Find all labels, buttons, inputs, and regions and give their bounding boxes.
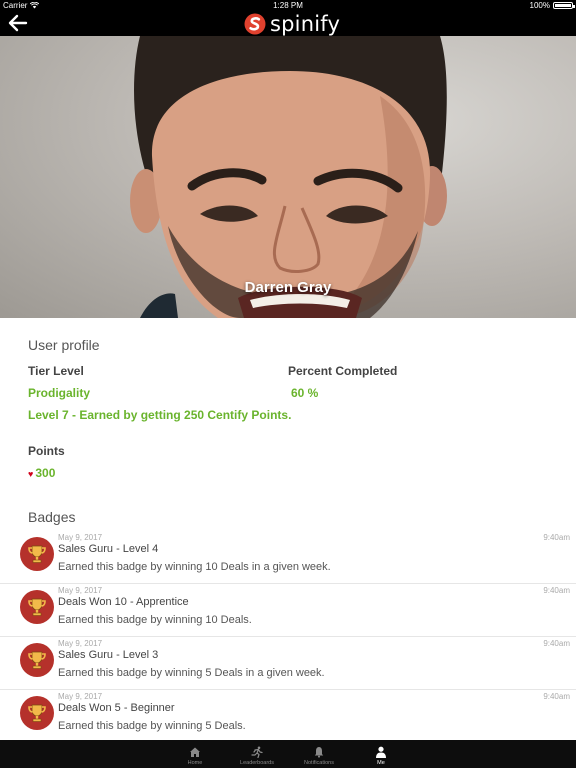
badge-time: 9:40am bbox=[543, 533, 570, 542]
user-profile-title: User profile bbox=[28, 337, 100, 353]
status-bar: Carrier 1:28 PM 100% bbox=[0, 0, 576, 11]
tier-value: Prodigality bbox=[28, 386, 91, 400]
badge-list: May 9, 2017 9:40am Sales Guru - Level 4 … bbox=[0, 531, 576, 743]
spinify-logo-icon bbox=[244, 13, 266, 34]
badge-name: Sales Guru - Level 3 bbox=[58, 649, 159, 661]
trophy-icon bbox=[28, 598, 46, 616]
runner-icon bbox=[251, 746, 263, 758]
badge-item[interactable]: May 9, 2017 9:40am Deals Won 5 - Beginne… bbox=[0, 690, 576, 743]
badge-name: Deals Won 5 - Beginner bbox=[58, 702, 175, 714]
badge-name: Sales Guru - Level 4 bbox=[58, 543, 159, 555]
home-icon bbox=[190, 747, 200, 757]
badge-icon-circle bbox=[20, 643, 54, 677]
tab-label: Notifications bbox=[304, 760, 334, 766]
tab-bar: Home Leaderboards Notifications Me bbox=[0, 740, 576, 768]
badges-title: Badges bbox=[28, 509, 76, 525]
tab-notifications[interactable]: Notifications bbox=[288, 740, 350, 768]
percent-value: 60 % bbox=[291, 386, 319, 400]
tier-level-label: Tier Level bbox=[28, 364, 84, 378]
status-time: 1:28 PM bbox=[273, 1, 303, 10]
points-row: ♥ 300 bbox=[28, 466, 55, 480]
tab-home[interactable]: Home bbox=[164, 740, 226, 768]
profile-hero: Darren Gray bbox=[0, 36, 576, 318]
badge-icon-circle bbox=[20, 537, 54, 571]
person-icon bbox=[376, 746, 386, 758]
badge-date: May 9, 2017 bbox=[58, 533, 103, 542]
badge-icon-circle bbox=[20, 696, 54, 730]
user-name: Darren Gray bbox=[244, 279, 332, 296]
brand-name: spinify bbox=[270, 11, 341, 36]
battery-icon bbox=[553, 2, 575, 9]
tab-me[interactable]: Me bbox=[350, 740, 412, 768]
arrow-left-icon bbox=[8, 14, 28, 32]
badge-date: May 9, 2017 bbox=[58, 639, 103, 648]
points-value: 300 bbox=[35, 466, 56, 480]
brand: spinify bbox=[244, 12, 340, 35]
badge-name: Deals Won 10 - Apprentice bbox=[58, 596, 189, 608]
points-label: Points bbox=[28, 444, 65, 458]
trophy-icon bbox=[28, 651, 46, 669]
badge-date: May 9, 2017 bbox=[58, 692, 103, 701]
badge-date: May 9, 2017 bbox=[58, 586, 103, 595]
tab-label: Me bbox=[377, 760, 385, 766]
nav-bar: spinify bbox=[0, 11, 576, 36]
tab-leaderboards[interactable]: Leaderboards bbox=[226, 740, 288, 768]
badge-time: 9:40am bbox=[543, 586, 570, 595]
badge-description: Earned this badge by winning 10 Deals in… bbox=[58, 561, 331, 573]
trophy-icon bbox=[28, 545, 46, 563]
badge-item[interactable]: May 9, 2017 9:40am Deals Won 10 - Appren… bbox=[0, 584, 576, 637]
tier-description: Level 7 - Earned by getting 250 Centify … bbox=[28, 408, 292, 422]
badge-description: Earned this badge by winning 5 Deals in … bbox=[58, 667, 325, 679]
badge-item[interactable]: May 9, 2017 9:40am Sales Guru - Level 4 … bbox=[0, 531, 576, 584]
heart-icon: ♥ bbox=[28, 469, 34, 479]
percent-completed-label: Percent Completed bbox=[288, 364, 398, 378]
badge-description: Earned this badge by winning 5 Deals. bbox=[58, 720, 246, 732]
badge-description: Earned this badge by winning 10 Deals. bbox=[58, 614, 252, 626]
badge-time: 9:40am bbox=[543, 692, 570, 701]
tab-label: Home bbox=[187, 760, 203, 766]
back-button[interactable] bbox=[8, 13, 32, 33]
status-right: 100% bbox=[529, 0, 575, 11]
tab-label: Leaderboards bbox=[240, 760, 274, 766]
trophy-icon bbox=[28, 704, 46, 722]
badge-icon-circle bbox=[20, 590, 54, 624]
badge-time: 9:40am bbox=[543, 639, 570, 648]
profile-photo bbox=[130, 36, 447, 318]
badge-item[interactable]: May 9, 2017 9:40am Sales Guru - Level 3 … bbox=[0, 637, 576, 690]
bell-icon bbox=[314, 747, 324, 758]
battery-percent: 100% bbox=[529, 1, 550, 10]
